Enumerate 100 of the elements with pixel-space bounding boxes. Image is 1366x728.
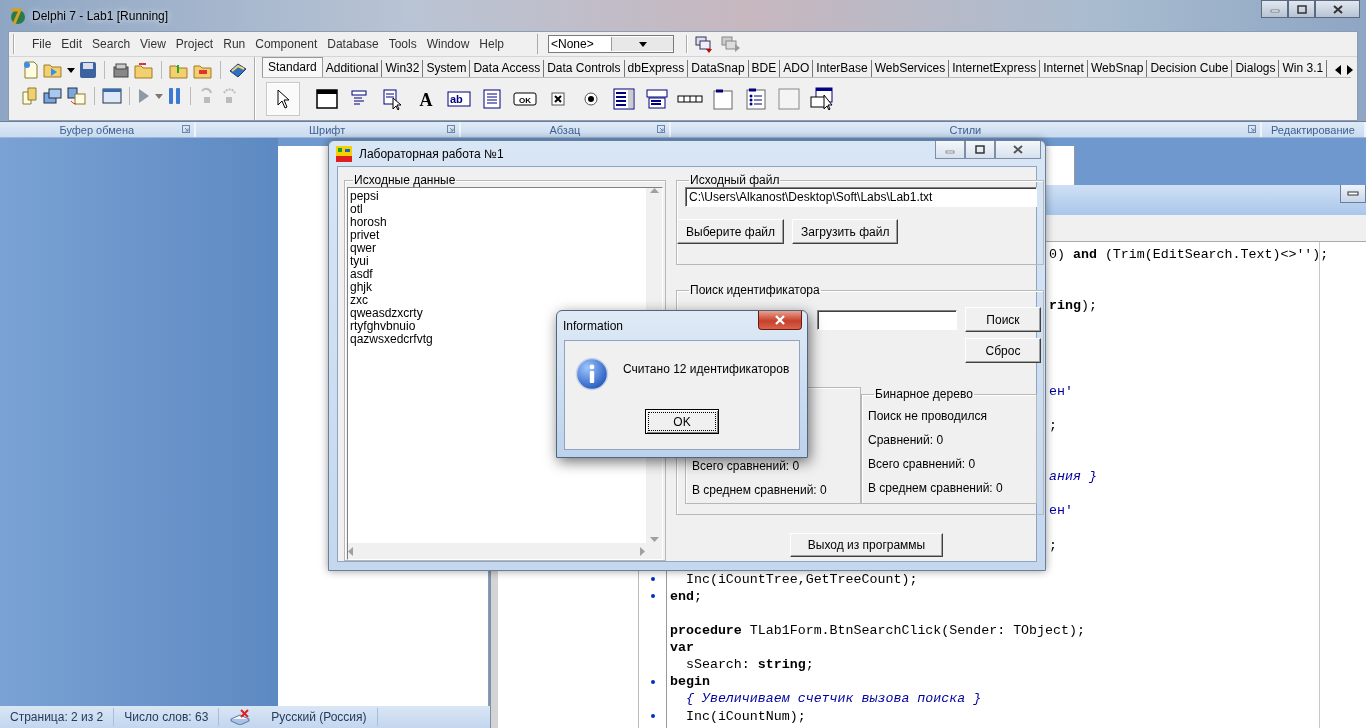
palette-tab[interactable]: Dialogs [1232,60,1280,77]
list-item[interactable]: tyui [350,255,644,268]
minimize-button[interactable] [1340,185,1366,203]
menu-item[interactable]: Project [170,37,219,51]
menu-item[interactable]: Edit [56,37,88,51]
code-line: ен' [1049,502,1073,520]
palette-tab[interactable]: WebSnap [1087,60,1148,77]
close-button[interactable] [1315,0,1360,18]
breakpoint-dot-icon[interactable] [650,594,655,599]
minimize-button[interactable] [935,141,965,159]
app-icon [335,144,353,163]
dialog-launcher-icon[interactable] [1247,125,1256,133]
new-document-icon[interactable] [21,60,39,80]
menu-item[interactable]: Help [474,37,510,51]
list-item[interactable]: zxc [350,294,644,307]
reset-button[interactable]: Сброс [965,338,1041,363]
dialog-launcher-icon[interactable] [446,125,455,133]
pause-icon[interactable] [167,87,183,105]
exit-button[interactable]: Выход из программы [790,533,943,557]
form-icon[interactable] [102,87,122,105]
menu-item[interactable]: Tools [383,37,422,51]
list-item[interactable]: otl [350,203,644,216]
book-icon[interactable] [228,61,248,79]
close-button[interactable] [758,311,802,330]
palette-tab[interactable]: Win32 [382,60,424,77]
menu-item[interactable]: View [135,37,171,51]
load-file-button[interactable]: Загрузить файл [792,219,899,244]
breakpoint-dot-icon[interactable] [650,577,655,582]
list-item[interactable]: asdf [350,268,644,281]
scroll-left-icon[interactable] [1333,63,1344,77]
dialog-launcher-icon[interactable] [181,125,190,133]
code-line: 0) and (Trim(EditSearch.Text)<>''); [1049,246,1329,264]
menu-item[interactable]: Database [322,37,384,51]
palette-tab[interactable]: Win 3.1 [1279,60,1328,77]
component-button[interactable] [266,82,300,116]
close-icon [1332,4,1343,14]
palette-tab[interactable]: dbExpress [624,60,689,77]
close-icon [1013,145,1023,154]
palette-tab[interactable]: ADO [780,60,814,77]
pointer-icon[interactable] [275,89,291,109]
language-indicator[interactable]: Русский (Россия) [261,708,378,726]
breakpoint-dot-icon[interactable] [650,714,655,719]
palette-tab[interactable]: Internet [1040,60,1088,77]
list-item[interactable]: ghjk [350,281,644,294]
run-icon[interactable] [137,87,151,105]
proofing-icon[interactable] [229,709,252,725]
restore-icon [1296,4,1307,14]
dialog-launcher-icon[interactable] [657,125,666,133]
info-icon [575,357,609,391]
stat-text: В среднем сравнений: 0 [868,481,1004,495]
memo-icon[interactable] [483,89,501,109]
radio-icon[interactable] [583,89,599,109]
ribbon-group-label: Буфер обмена [59,123,135,136]
window-title: Лабораторная работа №1 [359,146,504,161]
toggle-icon[interactable] [67,86,87,106]
windows-icon[interactable] [43,87,63,105]
palette-tab[interactable]: Decision Cube [1147,60,1233,77]
close-button[interactable] [995,141,1041,159]
palette-tab[interactable]: BDE [748,60,781,77]
maximize-button[interactable] [965,141,995,159]
target-combo[interactable]: <None> [548,35,674,53]
ok-button[interactable]: OK [645,409,719,434]
windows-icon[interactable] [694,35,714,53]
palette-tab[interactable]: Data Controls [544,60,625,77]
palette-tab[interactable]: Data Access [470,60,545,77]
palette-tab[interactable]: System [423,60,471,77]
palette-tab[interactable]: Additional [322,60,383,77]
ribbon-group-label: Стили [949,123,982,136]
menu-item[interactable]: Search [87,37,136,51]
code-line: begin [670,673,710,691]
checkbox-icon[interactable] [550,89,566,109]
choose-file-button[interactable]: Выберите файл [677,219,785,244]
maximize-button[interactable] [1288,0,1315,18]
stack-icon[interactable] [112,61,130,79]
list-item[interactable]: pepsi [350,190,644,203]
menu-item[interactable]: Run [218,37,251,51]
documents-icon[interactable] [21,86,39,106]
dropdown-icon [639,41,648,47]
stat-text: Поиск не проводился [868,409,988,423]
list-item[interactable]: qwer [350,242,644,255]
list-item[interactable]: horosh [350,216,644,229]
code-comment: { Увеличиваем счетчик вызова поиска } [684,690,982,708]
search-button[interactable]: Поиск [965,307,1041,332]
menu-item[interactable]: Component [250,37,323,51]
palette-tab[interactable]: Standard [262,57,323,77]
menu-item[interactable]: File [27,37,57,51]
search-field[interactable] [817,309,957,330]
palette-tab[interactable]: InternetExpress [949,60,1041,77]
dropdown-icon[interactable] [67,67,75,73]
breakpoint-dot-icon[interactable] [650,679,655,684]
palette-tab[interactable]: DataSnap [688,60,749,77]
palette-tab[interactable]: WebServices [871,60,950,77]
palette-tab[interactable]: InterBase [813,60,872,77]
menu-item[interactable]: Window [421,37,475,51]
minimize-button[interactable] [1261,0,1288,18]
list-item[interactable]: privet [350,229,644,242]
folder-icon[interactable] [134,61,154,79]
file-path-field[interactable]: C:\Users\Alkanost\Desktop\Soft\Labs\Lab1.txt [685,187,1037,207]
ribbon-group-label: Шрифт [309,123,346,136]
group-title: Исходные данные [353,173,457,187]
